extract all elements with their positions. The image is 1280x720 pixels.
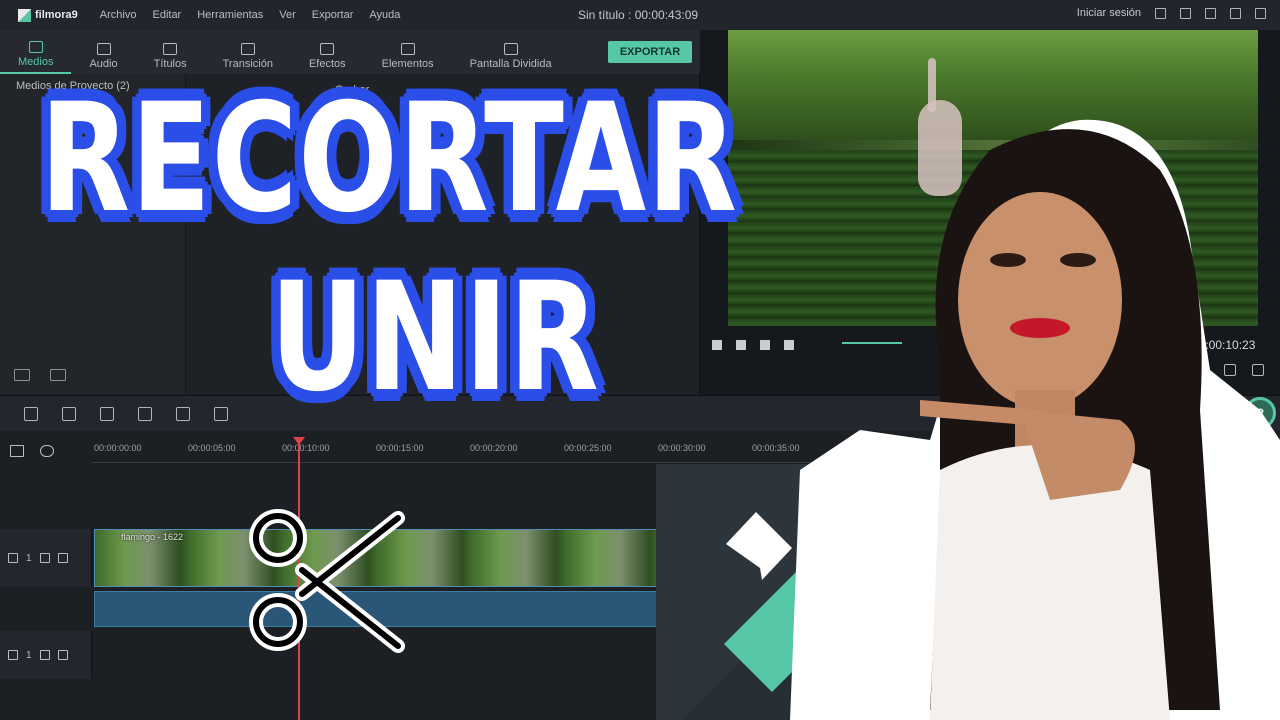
lock-icon[interactable] — [39, 650, 50, 660]
tab-label: Pantalla Dividida — [469, 58, 552, 70]
speed-icon[interactable] — [214, 406, 228, 421]
tab-pantalla-dividida[interactable]: Pantalla Dividida — [452, 43, 570, 74]
crop-icon[interactable] — [176, 406, 190, 421]
ruler-tick: 00:00:25:00 — [564, 443, 612, 453]
text-icon — [163, 43, 178, 55]
delete-icon[interactable] — [100, 406, 114, 421]
scissors-icon — [249, 509, 405, 653]
tab-label: Efectos — [308, 58, 346, 70]
menu-exportar[interactable]: Exportar — [312, 9, 354, 21]
speaker-icon[interactable] — [57, 650, 68, 660]
login-link[interactable]: Iniciar sesión — [1077, 7, 1141, 19]
music-note-icon — [8, 650, 18, 660]
ruler-tick: 00:00:10:00 — [282, 443, 330, 453]
eye-icon[interactable] — [57, 553, 68, 563]
restore-icon[interactable] — [1255, 7, 1266, 19]
window-tools: Iniciar sesión — [1077, 7, 1266, 19]
effects-icon — [320, 43, 335, 55]
download-icon[interactable] — [1205, 7, 1216, 19]
menu-ver[interactable]: Ver — [279, 9, 296, 21]
ruler-tick: 00:00:05:00 — [188, 443, 236, 453]
ruler-tick: 00:00:30:00 — [658, 443, 706, 453]
play-icon[interactable] — [736, 340, 746, 350]
transition-icon — [240, 43, 255, 55]
folder-actions — [14, 369, 66, 381]
menu-editar[interactable]: Editar — [152, 9, 181, 21]
tab-audio[interactable]: Audio — [71, 43, 135, 74]
tab-transicion[interactable]: Transición — [205, 43, 291, 74]
ruler-tick: 00:00:15:00 — [376, 443, 424, 453]
menu-ayuda[interactable]: Ayuda — [369, 9, 400, 21]
tab-efectos[interactable]: Efectos — [291, 43, 364, 74]
folder-icon — [28, 41, 43, 53]
tab-elementos[interactable]: Elementos — [364, 43, 452, 74]
redo-icon[interactable] — [62, 406, 76, 421]
new-folder-icon[interactable] — [14, 369, 30, 381]
pause-icon[interactable] — [760, 340, 770, 350]
menu-bar: filmora9 Archivo Editar Herramientas Ver… — [0, 0, 1280, 30]
save-icon[interactable] — [1155, 7, 1166, 19]
project-title: Sin título : 00:00:43:09 — [578, 8, 699, 22]
headline-unir: UNIR — [270, 251, 600, 425]
ruler-tick: 00:00:20:00 — [470, 443, 518, 453]
cut-icon[interactable] — [138, 406, 152, 421]
audio-track-number: 1 — [26, 649, 32, 661]
tab-medios[interactable]: Medios — [0, 41, 72, 74]
library-tab-bar: Medios Audio Títulos Transición Efectos … — [0, 30, 700, 74]
music-note-icon — [96, 43, 111, 55]
export-button[interactable]: EXPORTAR — [608, 41, 692, 63]
image-icon — [400, 43, 415, 55]
tab-label: Títulos — [153, 58, 187, 70]
audio-track-header: 1 — [0, 631, 92, 679]
presenter-photo — [790, 119, 1280, 720]
ruler-tick: 00:00:00:00 — [94, 443, 142, 453]
delete-folder-icon[interactable] — [50, 369, 66, 381]
lock-icon[interactable] — [39, 553, 50, 563]
add-track-icon[interactable] — [10, 445, 24, 457]
split-screen-icon — [503, 43, 518, 55]
film-icon — [8, 553, 18, 563]
mail-icon[interactable] — [1180, 7, 1191, 19]
app-logo: filmora9 — [18, 8, 78, 22]
tab-label: Medios — [18, 56, 54, 68]
tab-label: Elementos — [381, 58, 434, 70]
undo-icon[interactable] — [24, 406, 38, 421]
minimize-icon[interactable] — [1230, 7, 1241, 19]
link-icon[interactable] — [40, 445, 54, 457]
menu-archivo[interactable]: Archivo — [100, 9, 137, 21]
tab-titulos[interactable]: Títulos — [136, 43, 205, 74]
headline-recortar: RECORTAR — [40, 72, 738, 246]
app-logo-text: filmora9 — [35, 9, 78, 21]
video-track-number: 1 — [26, 552, 32, 564]
filmora-logo-icon — [18, 8, 31, 22]
previous-frame-icon[interactable] — [712, 340, 722, 350]
tab-label: Transición — [222, 58, 273, 70]
menu-herramientas[interactable]: Herramientas — [197, 9, 263, 21]
video-track-header: 1 — [0, 529, 92, 587]
tab-label: Audio — [89, 58, 118, 70]
clip-name: flamingo - 1622 — [121, 532, 184, 542]
